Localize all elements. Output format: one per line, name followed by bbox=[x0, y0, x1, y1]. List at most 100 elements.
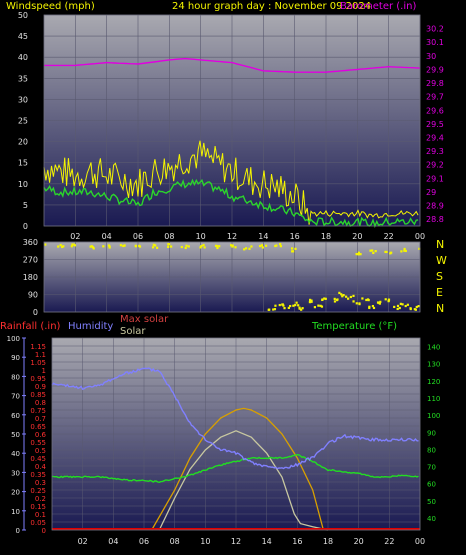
solar-legend-label: Solar bbox=[120, 326, 146, 337]
direction-point bbox=[260, 244, 264, 247]
weather-graph: 0510152025303540455028.828.92929.129.229… bbox=[0, 1, 447, 546]
temperature-y-tick: 130 bbox=[427, 361, 440, 369]
barometer-y-tick: 30 bbox=[426, 52, 436, 61]
temperature-y-tick: 140 bbox=[427, 344, 440, 352]
direction-point bbox=[119, 244, 122, 247]
direction-point bbox=[400, 250, 403, 253]
direction-point bbox=[202, 243, 205, 247]
humidity-legend-label: Humidity bbox=[68, 321, 113, 332]
compass-south: S bbox=[436, 270, 443, 283]
barometer-y-tick: 29.2 bbox=[426, 161, 444, 170]
direction-point bbox=[261, 246, 264, 249]
main-x-tick: 16 bbox=[292, 537, 302, 546]
direction-point bbox=[44, 243, 47, 246]
direction-point bbox=[387, 298, 391, 301]
direction-point bbox=[406, 303, 409, 306]
direction-point bbox=[250, 245, 253, 248]
direction-point bbox=[287, 306, 290, 310]
humidity-y-tick: 90 bbox=[11, 354, 20, 362]
temperature-y-tick: 50 bbox=[427, 498, 436, 506]
direction-point bbox=[268, 308, 271, 311]
direction-point bbox=[283, 307, 286, 310]
direction-y-tick: 0 bbox=[33, 308, 38, 317]
direction-point bbox=[365, 298, 368, 302]
wind-x-tick: 22 bbox=[384, 232, 394, 241]
barometer-y-tick: 28.8 bbox=[426, 215, 444, 224]
direction-point bbox=[403, 247, 406, 251]
direction-point bbox=[138, 245, 142, 248]
direction-point bbox=[345, 295, 348, 298]
direction-point bbox=[372, 251, 375, 255]
main-x-tick: 08 bbox=[170, 537, 180, 546]
temperature-y-tick: 100 bbox=[427, 412, 440, 420]
humidity-y-tick: 30 bbox=[11, 469, 20, 477]
direction-point bbox=[323, 297, 326, 300]
direction-point bbox=[275, 244, 278, 247]
direction-point bbox=[272, 308, 275, 311]
direction-point bbox=[396, 307, 399, 311]
main-x-tick: 06 bbox=[139, 537, 149, 546]
rain-y-tick: 1.15 bbox=[30, 343, 46, 351]
direction-point bbox=[404, 249, 407, 253]
wind-x-tick: 14 bbox=[258, 232, 268, 241]
rain-y-tick: 0.9 bbox=[35, 383, 46, 391]
direction-point bbox=[57, 245, 60, 248]
main-x-tick: 10 bbox=[200, 537, 210, 546]
wind-y-tick: 10 bbox=[18, 180, 28, 189]
direction-point bbox=[336, 298, 339, 301]
rain-y-tick: 1 bbox=[42, 367, 46, 375]
direction-point bbox=[70, 245, 73, 248]
direction-point bbox=[102, 245, 105, 248]
compass-east: E bbox=[436, 286, 443, 299]
direction-point bbox=[320, 305, 324, 308]
direction-point bbox=[361, 297, 364, 300]
rain-y-tick: 1.1 bbox=[35, 351, 46, 359]
main-x-tick: 22 bbox=[384, 537, 394, 546]
direction-point bbox=[279, 242, 282, 246]
direction-point bbox=[371, 304, 375, 308]
direction-point bbox=[393, 305, 396, 309]
wind-x-tick: 00 bbox=[415, 232, 425, 241]
direction-point bbox=[180, 245, 183, 249]
direction-point bbox=[134, 245, 138, 248]
rain-y-tick: 1.05 bbox=[30, 359, 46, 367]
direction-point bbox=[59, 244, 62, 247]
barometer-y-tick: 28.9 bbox=[426, 202, 444, 211]
barometer-y-tick: 30.1 bbox=[426, 38, 444, 47]
rain-y-tick: 0.1 bbox=[35, 511, 46, 519]
direction-point bbox=[355, 302, 358, 305]
wind-y-tick: 20 bbox=[18, 138, 28, 147]
rain-y-tick: 0.75 bbox=[30, 407, 46, 415]
rain-y-tick: 0.5 bbox=[35, 447, 46, 455]
direction-point bbox=[258, 244, 262, 248]
direction-point bbox=[282, 304, 285, 307]
direction-point bbox=[292, 304, 295, 307]
barometer-y-tick: 29.3 bbox=[426, 147, 444, 156]
wind-x-tick: 12 bbox=[227, 232, 237, 241]
direction-point bbox=[218, 245, 221, 248]
direction-y-tick: 360 bbox=[23, 238, 38, 247]
direction-point bbox=[184, 246, 187, 250]
direction-point bbox=[347, 297, 350, 300]
barometer-y-tick: 30.2 bbox=[426, 25, 444, 34]
main-x-tick: 02 bbox=[78, 537, 88, 546]
direction-point bbox=[291, 250, 294, 253]
direction-point bbox=[278, 303, 281, 307]
rain-y-tick: 0.05 bbox=[30, 519, 46, 527]
direction-point bbox=[185, 244, 188, 247]
direction-point bbox=[313, 306, 317, 309]
direction-y-tick: 180 bbox=[23, 273, 38, 282]
direction-point bbox=[308, 298, 312, 301]
rain-y-tick: 0.7 bbox=[35, 415, 46, 423]
direction-point bbox=[341, 295, 344, 298]
wind-x-tick: 18 bbox=[321, 232, 331, 241]
rain-y-tick: 0.85 bbox=[30, 391, 46, 399]
direction-point bbox=[248, 247, 251, 250]
direction-point bbox=[123, 244, 126, 247]
direction-point bbox=[170, 245, 173, 248]
direction-point bbox=[156, 246, 159, 249]
temperature-y-tick: 110 bbox=[427, 395, 440, 403]
main-x-tick: 18 bbox=[323, 537, 333, 546]
direction-point bbox=[310, 300, 313, 303]
humidity-y-tick: 0 bbox=[16, 527, 20, 535]
